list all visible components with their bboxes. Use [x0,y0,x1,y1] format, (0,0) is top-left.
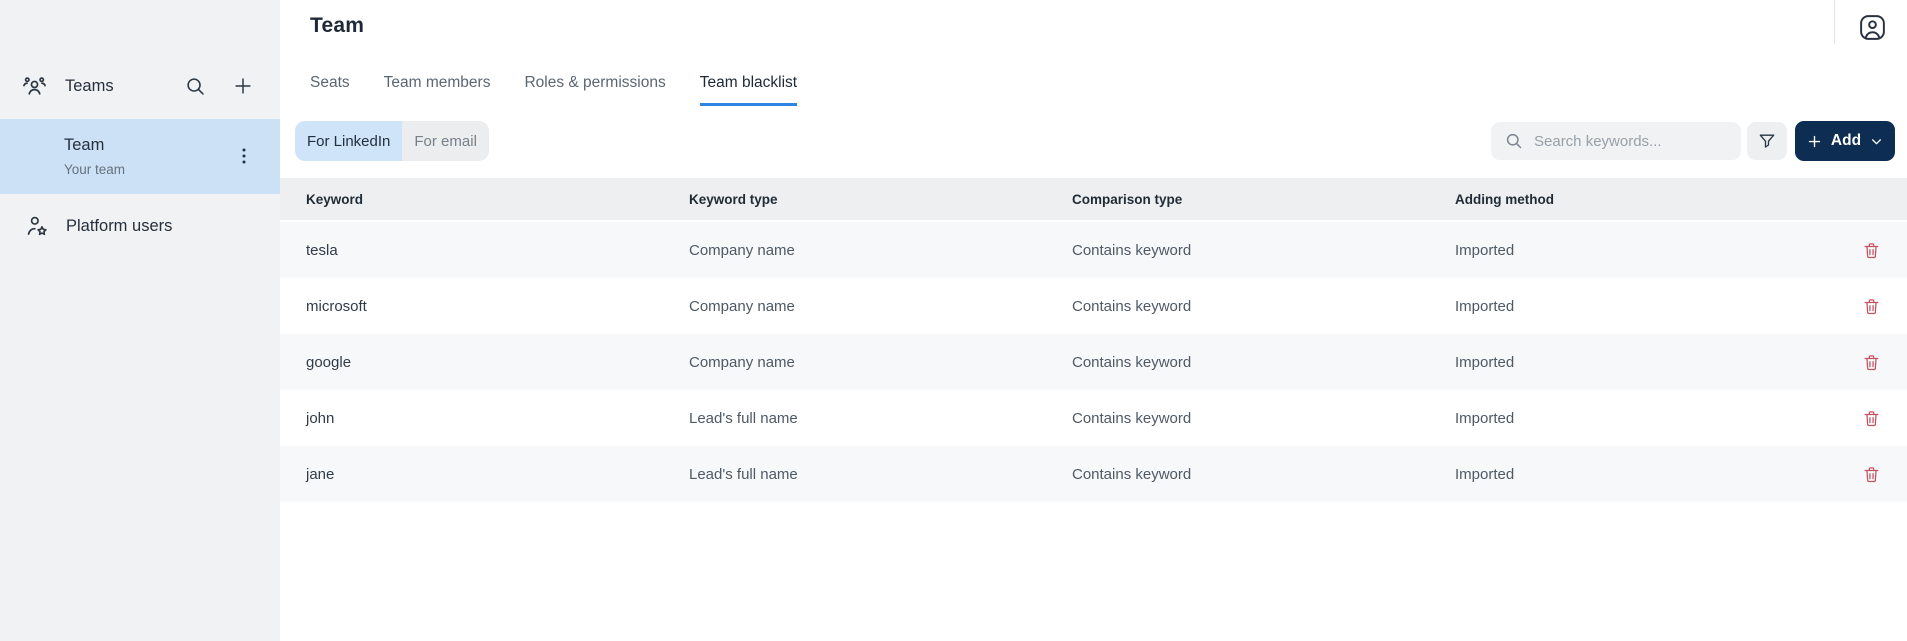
segment-for-linkedin[interactable]: For LinkedIn [295,121,402,161]
sidebar-item-platform-users[interactable]: Platform users [0,194,280,258]
cell-comparison-type: Contains keyword [1072,410,1455,427]
search-keywords-input[interactable] [1534,133,1733,150]
cell-adding-method: Imported [1455,298,1838,315]
cell-comparison-type: Contains keyword [1072,242,1455,259]
sidebar-teams-header: Teams [0,62,280,110]
table-row: microsoft Company name Contains keyword … [280,278,1907,334]
plus-icon[interactable] [232,75,254,97]
trash-icon[interactable] [1860,463,1882,485]
sidebar: Teams Team Your team [0,0,280,641]
cell-adding-method: Imported [1455,410,1838,427]
platform-users-label: Platform users [66,217,172,236]
column-header-adding-method: Adding method [1455,192,1838,207]
tab-team-blacklist[interactable]: Team blacklist [700,74,797,106]
table-row: john Lead's full name Contains keyword I… [280,390,1907,446]
table-header-row: Keyword Keyword type Comparison type Add… [280,178,1907,220]
person-star-icon [24,213,50,239]
trash-icon[interactable] [1860,295,1882,317]
cell-keyword: microsoft [306,298,689,315]
cell-adding-method: Imported [1455,354,1838,371]
cell-keyword: google [306,354,689,371]
cell-keyword-type: Lead's full name [689,410,1072,427]
teams-people-icon [21,73,48,100]
table-row: tesla Company name Contains keyword Impo… [280,222,1907,278]
search-icon [1504,131,1524,151]
funnel-icon[interactable] [1747,122,1787,160]
tab-team-members[interactable]: Team members [384,74,491,106]
segment-for-email[interactable]: For email [402,121,489,161]
cell-comparison-type: Contains keyword [1072,354,1455,371]
search-icon[interactable] [184,75,207,98]
cell-keyword: tesla [306,242,689,259]
add-button-label: Add [1831,132,1861,150]
cell-keyword-type: Company name [689,354,1072,371]
table-row: jane Lead's full name Contains keyword I… [280,446,1907,502]
page-title: Team [310,14,364,38]
cell-adding-method: Imported [1455,466,1838,483]
table-row: google Company name Contains keyword Imp… [280,334,1907,390]
blacklist-table: Keyword Keyword type Comparison type Add… [280,178,1907,502]
sidebar-item-team[interactable]: Team Your team [0,119,280,194]
column-header-keyword-type: Keyword type [689,192,1072,207]
tab-seats[interactable]: Seats [310,74,350,106]
tab-bar: Seats Team members Roles & permissions T… [310,74,797,106]
sidebar-teams-label: Teams [65,77,184,96]
tab-roles-permissions[interactable]: Roles & permissions [524,74,665,106]
trash-icon[interactable] [1860,239,1882,261]
cell-keyword-type: Company name [689,298,1072,315]
user-avatar-icon[interactable] [1857,12,1888,43]
controls-bar: For LinkedIn For email Add [295,121,1895,161]
cell-keyword: john [306,410,689,427]
column-header-comparison-type: Comparison type [1072,192,1455,207]
cell-keyword-type: Lead's full name [689,466,1072,483]
cell-adding-method: Imported [1455,242,1838,259]
topbar-divider [1834,0,1835,44]
chevron-down-icon [1870,135,1883,148]
trash-icon[interactable] [1860,351,1882,373]
plus-icon [1807,134,1822,149]
cell-comparison-type: Contains keyword [1072,466,1455,483]
trash-icon[interactable] [1860,407,1882,429]
cell-keyword: jane [306,466,689,483]
search-keywords-box[interactable] [1491,122,1741,160]
blacklist-scope-toggle: For LinkedIn For email [295,121,489,161]
add-button[interactable]: Add [1795,121,1895,161]
cell-comparison-type: Contains keyword [1072,298,1455,315]
kebab-menu-icon[interactable] [234,146,254,166]
main-content: Team Seats Team members Roles & permissi… [280,0,1907,641]
cell-keyword-type: Company name [689,242,1072,259]
team-item-name: Team [64,136,104,155]
team-item-subtitle: Your team [64,162,125,177]
column-header-keyword: Keyword [306,192,689,207]
